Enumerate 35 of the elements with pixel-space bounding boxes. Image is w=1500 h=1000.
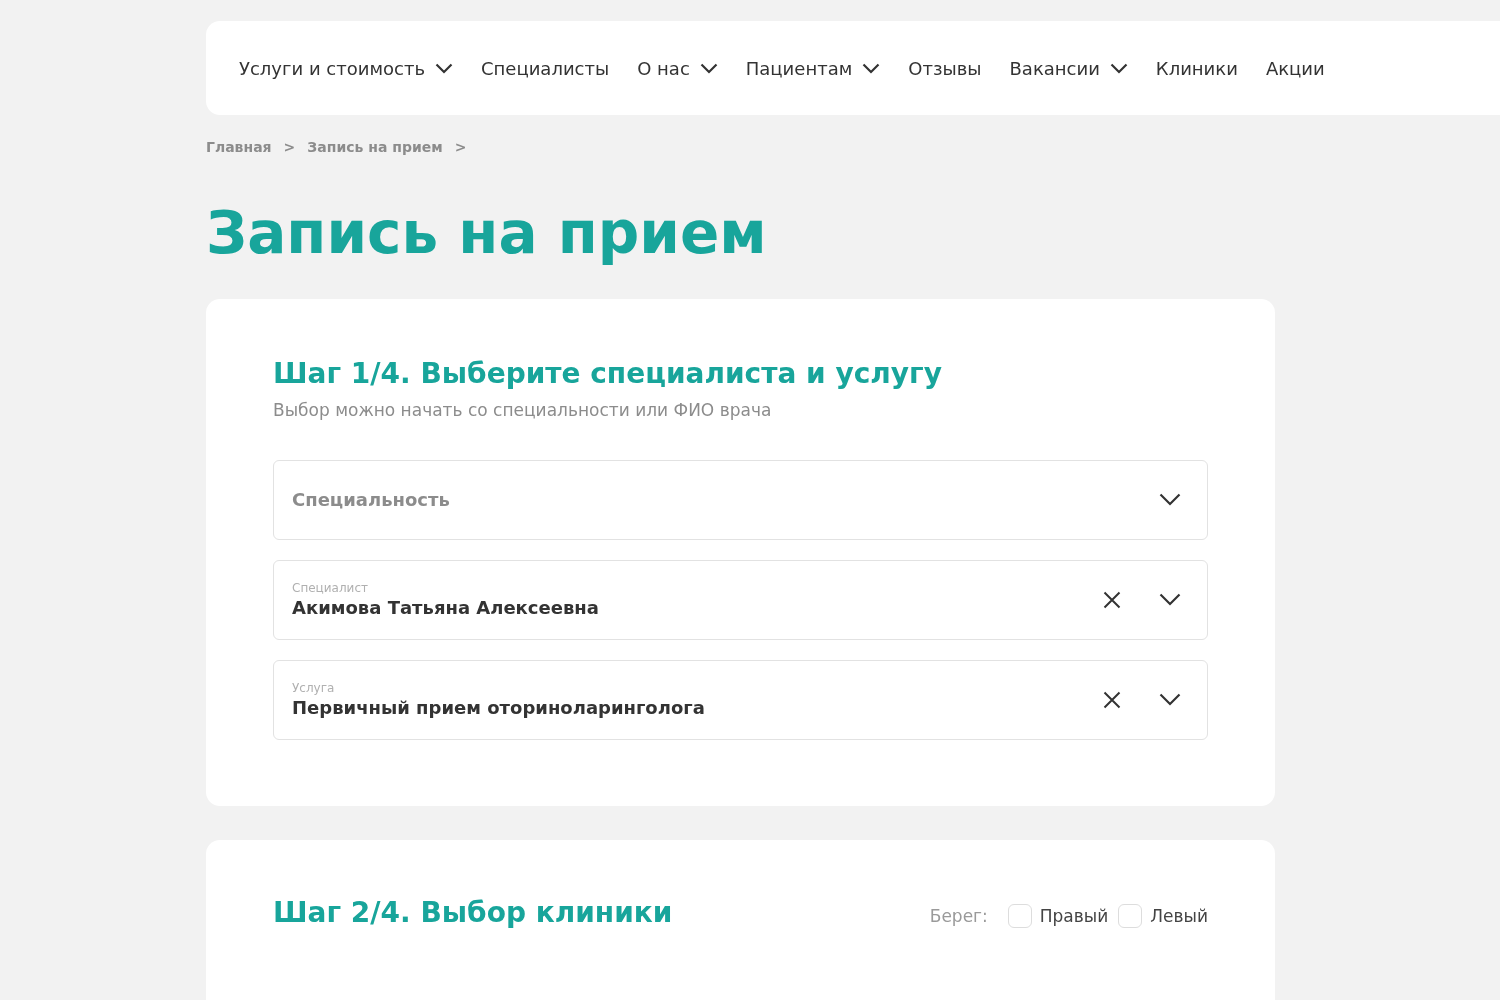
nav-link[interactable]: Акции — [1265, 57, 1325, 79]
checkbox-label: Левый — [1150, 905, 1208, 926]
chevron-down-icon — [435, 62, 453, 74]
chevron-down-icon — [699, 62, 718, 74]
nav-link[interactable]: Отзывы — [908, 57, 982, 79]
select-field[interactable]: Специалист Акимова Татьяна Алексеевна — [273, 559, 1208, 640]
field-value: Первичный прием оториноларинголога — [292, 697, 706, 719]
nav-link[interactable]: Клиники — [1155, 57, 1238, 79]
chevron-down-icon — [1159, 693, 1181, 707]
nav-link[interactable]: Услуги и стоимость — [239, 57, 453, 79]
close-icon[interactable] — [1103, 690, 1121, 709]
breadcrumb-separator: > — [283, 139, 296, 155]
step-title: Шаг 1/4. Выберите специалиста и услугу — [273, 356, 943, 390]
field-label: Специалист — [292, 581, 369, 596]
chevron-down-icon — [1159, 593, 1181, 607]
checkbox[interactable] — [1118, 903, 1143, 928]
select-placeholder: Специальность — [292, 489, 451, 511]
select-field[interactable]: Услуга Первичный прием оториноларинголога — [273, 659, 1208, 740]
checkbox[interactable] — [1007, 903, 1032, 928]
nav-link[interactable]: Вакансии — [1009, 57, 1128, 79]
step-subtitle: Выбор можно начать со специальности или ФИО врача — [273, 399, 773, 420]
nav-link[interactable]: Специалисты — [481, 57, 610, 79]
page-title: Запись на прием — [206, 199, 768, 269]
step-title: Шаг 2/4. Выбор клиники — [273, 895, 673, 929]
breadcrumb-separator: > — [454, 139, 467, 155]
filter-label: Берег: — [929, 905, 988, 926]
nav-link[interactable]: О нас — [637, 57, 718, 79]
chevron-down-icon — [862, 62, 881, 74]
close-icon[interactable] — [1103, 590, 1121, 609]
nav-link[interactable]: Пациентам — [745, 57, 881, 79]
chevron-down-icon — [1109, 62, 1128, 74]
checkbox-label: Правый — [1039, 905, 1109, 926]
field-label: Услуга — [292, 681, 336, 696]
field-value: Акимова Татьяна Алексеевна — [292, 597, 600, 619]
chevron-down-icon — [1159, 493, 1181, 507]
